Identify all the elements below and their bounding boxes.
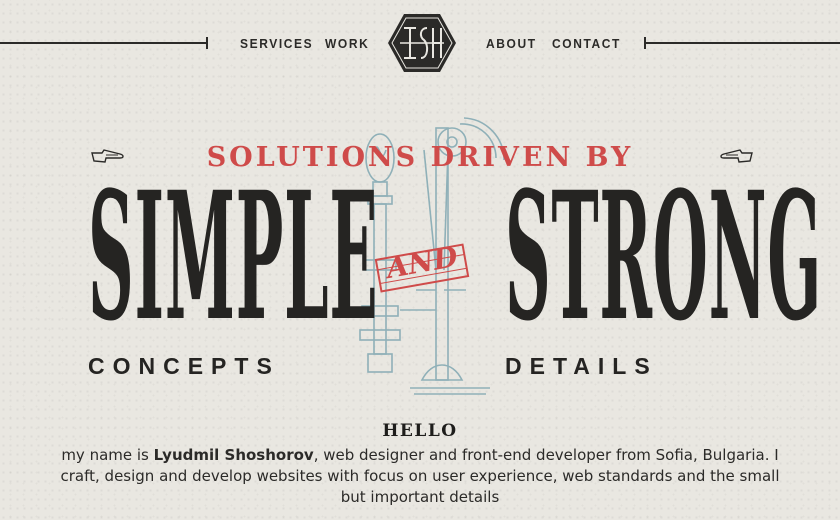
hero-word-concepts: CONCEPTS xyxy=(88,353,280,379)
nav-link-services[interactable]: SERVICES xyxy=(240,37,313,52)
hero-word-details: DETAILS xyxy=(505,353,658,379)
intro-paragraph: my name is Lyudmil Shoshorov, web design… xyxy=(60,445,780,508)
nav-rule-left-cap xyxy=(206,37,208,49)
intro-name: Lyudmil Shoshorov xyxy=(153,446,314,464)
intro-prefix: my name is xyxy=(61,446,154,464)
intro-heading: HELLO xyxy=(382,421,458,441)
nav-link-about[interactable]: ABOUT xyxy=(486,37,537,52)
nav-rule-left xyxy=(0,42,206,44)
site-logo[interactable] xyxy=(386,12,458,74)
hero-word-strong: STRONG xyxy=(505,153,823,360)
nav-link-contact[interactable]: CONTACT xyxy=(552,37,621,52)
nav-rule-right xyxy=(646,42,840,44)
hero-word-simple: SIMPLE xyxy=(88,153,379,360)
nav-link-work[interactable]: WORK xyxy=(325,37,369,52)
